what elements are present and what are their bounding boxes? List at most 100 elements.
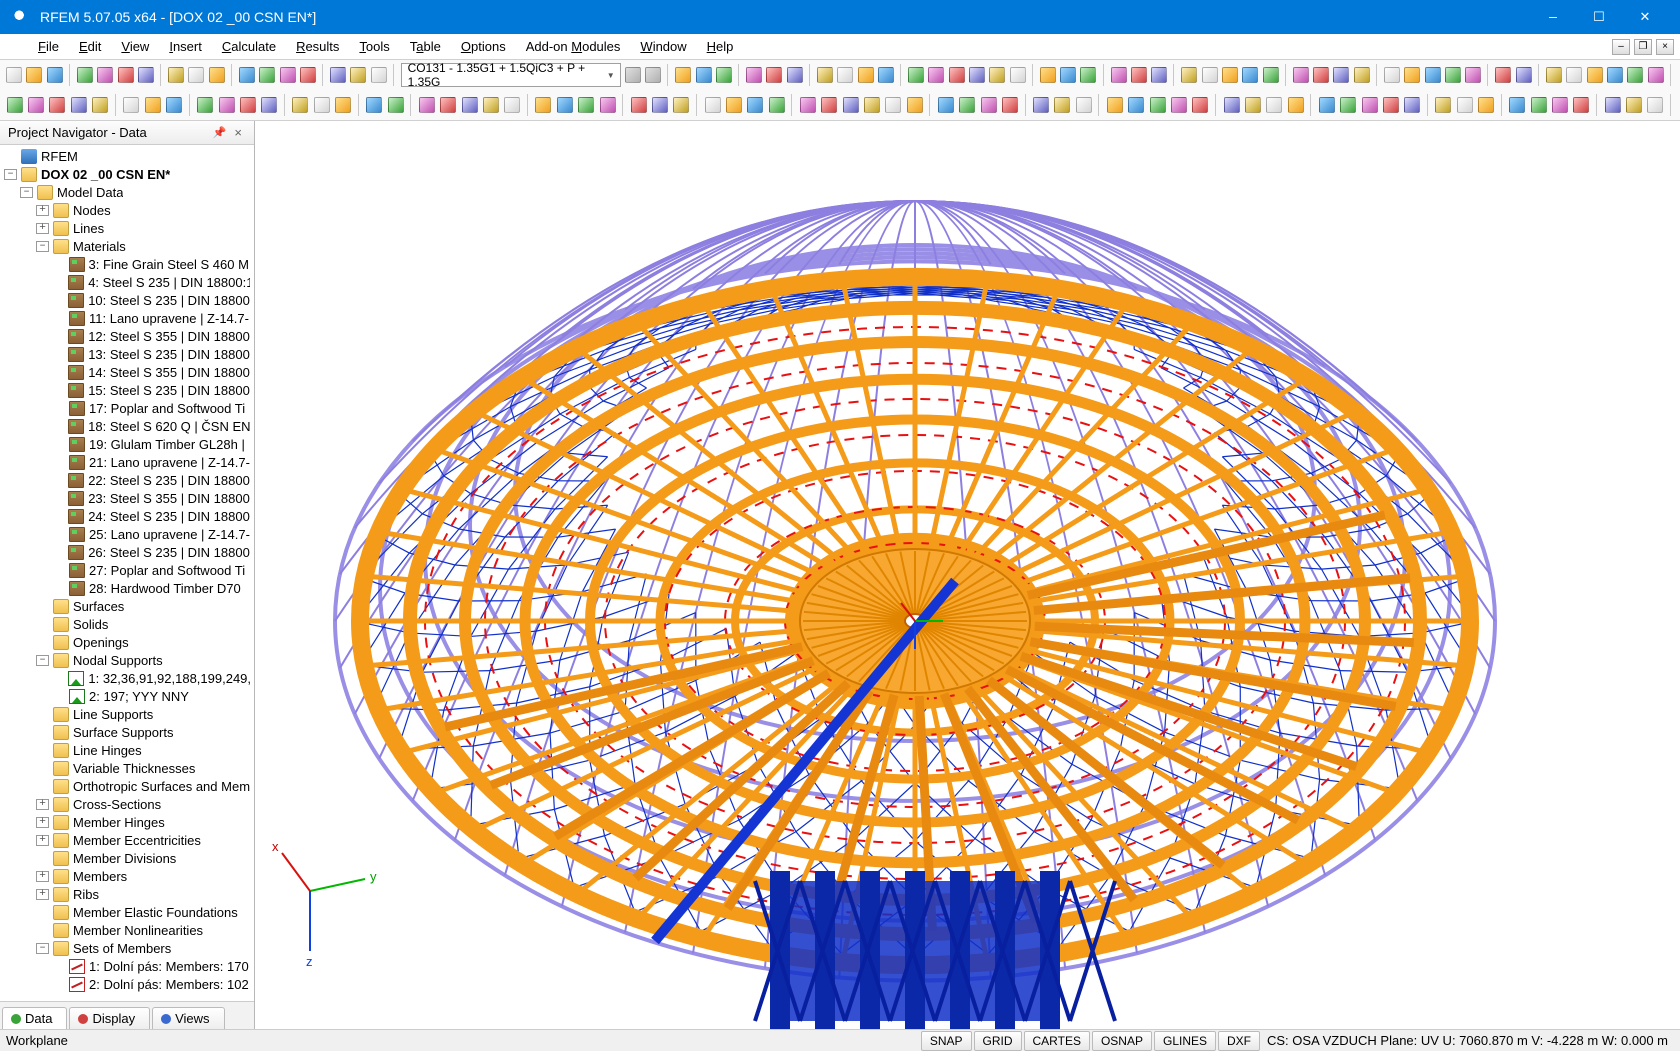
tree-mnl[interactable]: Member Nonlinearities: [0, 921, 254, 939]
toolbar-button[interactable]: [936, 94, 955, 116]
combo-next[interactable]: [644, 64, 662, 86]
toolbar-button[interactable]: [333, 94, 352, 116]
toolbar-button[interactable]: [1031, 94, 1050, 116]
toolbar-button[interactable]: [745, 64, 763, 86]
expand-icon[interactable]: +: [36, 889, 49, 900]
toolbar-button[interactable]: [1292, 64, 1310, 86]
status-grid[interactable]: GRID: [974, 1031, 1022, 1051]
toolbar-button[interactable]: [650, 94, 669, 116]
toolbar-button[interactable]: [1624, 94, 1643, 116]
toolbar-button[interactable]: [746, 94, 765, 116]
expand-icon[interactable]: +: [36, 799, 49, 810]
toolbar-button[interactable]: [1464, 64, 1482, 86]
toolbar-button[interactable]: [312, 94, 331, 116]
toolbar-button[interactable]: [164, 94, 183, 116]
toolbar-button[interactable]: [417, 94, 436, 116]
toolbar-button[interactable]: [278, 64, 296, 86]
tree-material[interactable]: 28: Hardwood Timber D70: [0, 579, 254, 597]
toolbar-button[interactable]: [598, 94, 617, 116]
toolbar-button[interactable]: [1606, 64, 1624, 86]
toolbar-button[interactable]: [46, 64, 64, 86]
toolbar-button[interactable]: [1191, 94, 1210, 116]
toolbar-button[interactable]: [1317, 94, 1336, 116]
toolbar-button[interactable]: [365, 94, 384, 116]
toolbar-button[interactable]: [1646, 94, 1665, 116]
toolbar-button[interactable]: [988, 64, 1006, 86]
tree-material[interactable]: 13: Steel S 235 | DIN 18800:1: [0, 345, 254, 363]
tree-materials[interactable]: –Materials: [0, 237, 254, 255]
toolbar-button[interactable]: [1059, 64, 1077, 86]
tree-line-supports[interactable]: Line Supports: [0, 705, 254, 723]
tab-display[interactable]: Display: [69, 1007, 150, 1029]
toolbar-button[interactable]: [1109, 64, 1127, 86]
menu-addon[interactable]: Add-on Modules: [516, 36, 631, 57]
toolbar-button[interactable]: [76, 64, 94, 86]
toolbar-button[interactable]: [1360, 94, 1379, 116]
toolbar-button[interactable]: [877, 64, 895, 86]
tree-set[interactable]: 1: Dolní pás: Members: 170: [0, 957, 254, 975]
tree-surface-supports[interactable]: Surface Supports: [0, 723, 254, 741]
toolbar-button[interactable]: [979, 94, 998, 116]
tree-sets[interactable]: –Sets of Members: [0, 939, 254, 957]
tree-var-thick[interactable]: Variable Thicknesses: [0, 759, 254, 777]
toolbar-button[interactable]: [577, 94, 596, 116]
toolbar-button[interactable]: [694, 64, 712, 86]
toolbar-button[interactable]: [703, 94, 722, 116]
toolbar-button[interactable]: [836, 64, 854, 86]
toolbar-button[interactable]: [349, 64, 367, 86]
toolbar-button[interactable]: [122, 94, 141, 116]
tree-lines[interactable]: +Lines: [0, 219, 254, 237]
toolbar-button[interactable]: [26, 94, 45, 116]
expand-icon[interactable]: +: [36, 835, 49, 846]
toolbar-button[interactable]: [629, 94, 648, 116]
tree-model-data[interactable]: –Model Data: [0, 183, 254, 201]
menu-options[interactable]: Options: [451, 36, 516, 57]
expand-icon[interactable]: –: [20, 187, 33, 198]
toolbar-button[interactable]: [386, 94, 405, 116]
expand-icon[interactable]: –: [36, 655, 49, 666]
toolbar-button[interactable]: [187, 64, 205, 86]
menu-view[interactable]: View: [111, 36, 159, 57]
pin-icon[interactable]: 📌: [209, 126, 231, 139]
close-button[interactable]: ✕: [1622, 0, 1668, 34]
tree-mef[interactable]: Member Elastic Foundations: [0, 903, 254, 921]
toolbar-button[interactable]: [724, 94, 743, 116]
toolbar-button[interactable]: [96, 64, 114, 86]
toolbar-button[interactable]: [1381, 94, 1400, 116]
toolbar-button[interactable]: [1515, 64, 1533, 86]
tree-members[interactable]: +Members: [0, 867, 254, 885]
toolbar-button[interactable]: [1221, 64, 1239, 86]
toolbar-button[interactable]: [370, 64, 388, 86]
tab-views[interactable]: Views: [152, 1007, 224, 1029]
combo-prev[interactable]: [624, 64, 642, 86]
toolbar-button[interactable]: [25, 64, 43, 86]
expand-icon[interactable]: +: [36, 817, 49, 828]
tree-material[interactable]: 25: Lano upravene | Z-14.7-: [0, 525, 254, 543]
toolbar-button[interactable]: [69, 94, 88, 116]
toolbar-button[interactable]: [1105, 94, 1124, 116]
toolbar-button[interactable]: [798, 94, 817, 116]
toolbar-button[interactable]: [481, 94, 500, 116]
menu-tools[interactable]: Tools: [349, 36, 399, 57]
tree-material[interactable]: 27: Poplar and Softwood Ti: [0, 561, 254, 579]
tab-data[interactable]: Data: [2, 1007, 67, 1029]
toolbar-button[interactable]: [856, 64, 874, 86]
expand-icon[interactable]: +: [36, 205, 49, 216]
toolbar-button[interactable]: [968, 64, 986, 86]
toolbar-button[interactable]: [1353, 64, 1371, 86]
toolbar-button[interactable]: [260, 94, 279, 116]
tree-material[interactable]: 26: Steel S 235 | DIN 18800:1: [0, 543, 254, 561]
tree-material[interactable]: 19: Glulam Timber GL28h |: [0, 435, 254, 453]
toolbar-button[interactable]: [1423, 64, 1441, 86]
tree-material[interactable]: 24: Steel S 235 | DIN 18800:1: [0, 507, 254, 525]
mdi-minimize-button[interactable]: –: [1612, 39, 1630, 55]
tree-material[interactable]: 3: Fine Grain Steel S 460 M |: [0, 255, 254, 273]
toolbar-button[interactable]: [1508, 94, 1527, 116]
status-osnap[interactable]: OSNAP: [1092, 1031, 1152, 1051]
menu-results[interactable]: Results: [286, 36, 349, 57]
tree-material[interactable]: 23: Steel S 355 | DIN 18800:1: [0, 489, 254, 507]
tree-material[interactable]: 14: Steel S 355 | DIN 18800:1: [0, 363, 254, 381]
toolbar-button[interactable]: [291, 94, 310, 116]
toolbar-button[interactable]: [1127, 94, 1146, 116]
toolbar-button[interactable]: [1585, 64, 1603, 86]
